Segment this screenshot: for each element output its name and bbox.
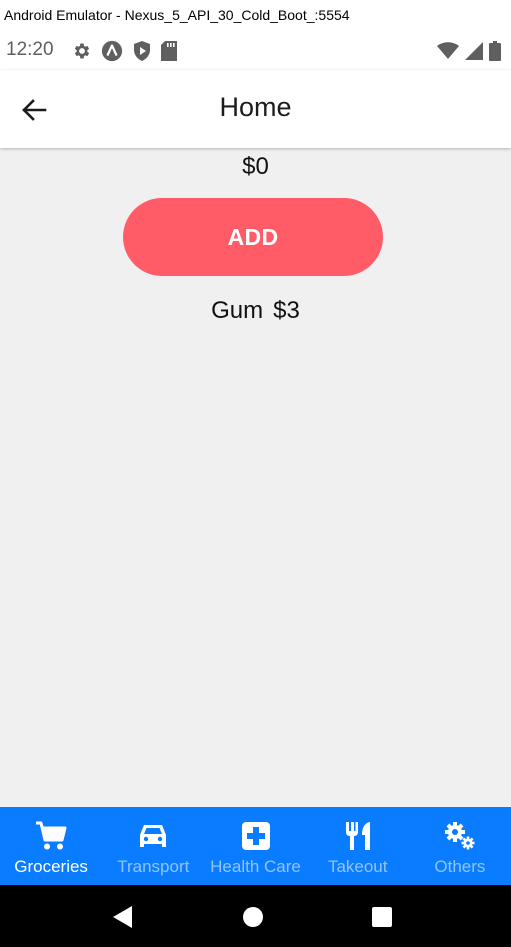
status-icons-right: [437, 41, 501, 61]
medical-cross-icon: [241, 822, 270, 850]
cart-icon: [36, 821, 67, 850]
total-amount: $0: [242, 153, 269, 180]
battery-icon: [489, 41, 501, 61]
nav-back-button[interactable]: [110, 905, 134, 929]
tab-groceries[interactable]: Groceries: [0, 807, 102, 885]
tab-label: Groceries: [14, 857, 88, 876]
tab-label: Others: [434, 857, 486, 876]
recents-square-icon: [372, 907, 392, 927]
tab-others[interactable]: Others: [409, 807, 511, 885]
main-content: $0 ADD Gum $3: [0, 148, 511, 807]
status-icons-left: [72, 40, 177, 62]
sd-card-icon: [161, 41, 177, 61]
nav-recents-button[interactable]: [370, 905, 394, 929]
car-icon: [140, 825, 167, 847]
system-nav-bar: [0, 885, 511, 947]
back-triangle-icon: [113, 906, 132, 928]
tab-health-care[interactable]: Health Care: [204, 807, 306, 885]
tab-label: Transport: [117, 857, 190, 876]
add-button[interactable]: ADD: [123, 198, 383, 276]
emulator-screen: Android Emulator - Nexus_5_API_30_Cold_B…: [0, 0, 511, 947]
bottom-tab-bar: Groceries Transport Health Care Takeout …: [0, 807, 511, 885]
status-time: 12:20: [6, 39, 54, 60]
list-item[interactable]: Gum $3: [0, 297, 511, 325]
tab-transport[interactable]: Transport: [102, 807, 204, 885]
item-amount: $3: [273, 297, 300, 324]
settings-icon: [74, 43, 90, 59]
nav-home-button[interactable]: [241, 905, 265, 929]
home-circle-icon: [243, 907, 263, 927]
app-bar: Home: [0, 70, 511, 148]
item-name: Gum: [211, 297, 264, 324]
tab-takeout[interactable]: Takeout: [307, 807, 409, 885]
signal-icon: [465, 42, 483, 60]
gears-icon: [444, 822, 475, 850]
tab-label: Health Care: [210, 857, 301, 876]
status-bar: 12:20: [0, 30, 511, 70]
page-title: Home: [219, 92, 292, 122]
window-title: Android Emulator - Nexus_5_API_30_Cold_B…: [0, 0, 511, 30]
play-protect-icon: [134, 41, 150, 61]
wifi-icon: [437, 42, 459, 59]
app-a-icon: [101, 40, 123, 62]
fork-knife-icon: [345, 822, 370, 850]
tab-label: Takeout: [327, 857, 388, 876]
